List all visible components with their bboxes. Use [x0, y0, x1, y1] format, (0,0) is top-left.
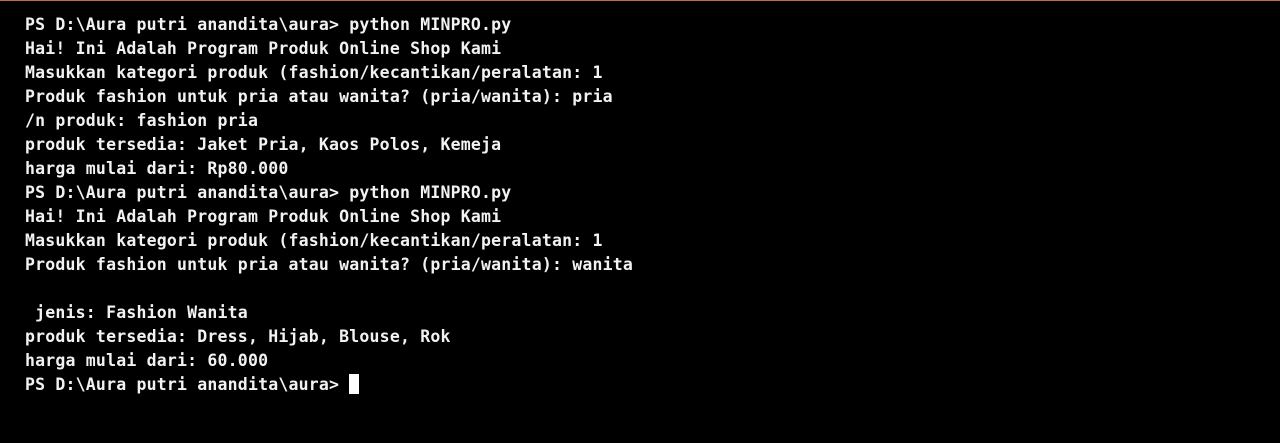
terminal-window[interactable]: PS D:\Aura putri anandita\aura> python M…	[0, 0, 1280, 443]
output-line-blank	[25, 276, 633, 300]
output-line: Masukkan kategori produk (fashion/kecant…	[25, 230, 603, 250]
output-line: PS D:\Aura putri anandita\aura> python M…	[25, 182, 512, 202]
output-line: harga mulai dari: Rp80.000	[25, 158, 289, 178]
output-line: Hai! Ini Adalah Program Produk Online Sh…	[25, 206, 502, 226]
output-line: jenis: Fashion Wanita	[25, 302, 248, 322]
output-line: produk tersedia: Dress, Hijab, Blouse, R…	[25, 326, 451, 346]
output-line: Masukkan kategori produk (fashion/kecant…	[25, 62, 603, 82]
terminal-output: PS D:\Aura putri anandita\aura> python M…	[25, 12, 633, 396]
output-line: harga mulai dari: 60.000	[25, 350, 269, 370]
output-line: Produk fashion untuk pria atau wanita? (…	[25, 254, 634, 274]
output-line: produk tersedia: Jaket Pria, Kaos Polos,…	[25, 134, 502, 154]
prompt-text: PS D:\Aura putri anandita\aura>	[25, 374, 340, 394]
prompt-line[interactable]: PS D:\Aura putri anandita\aura>	[25, 372, 633, 396]
output-line: PS D:\Aura putri anandita\aura> python M…	[25, 14, 512, 34]
output-line: Produk fashion untuk pria atau wanita? (…	[25, 86, 613, 106]
text-cursor	[349, 374, 360, 394]
output-line: /n produk: fashion pria	[25, 110, 259, 130]
output-line: Hai! Ini Adalah Program Produk Online Sh…	[25, 38, 502, 58]
